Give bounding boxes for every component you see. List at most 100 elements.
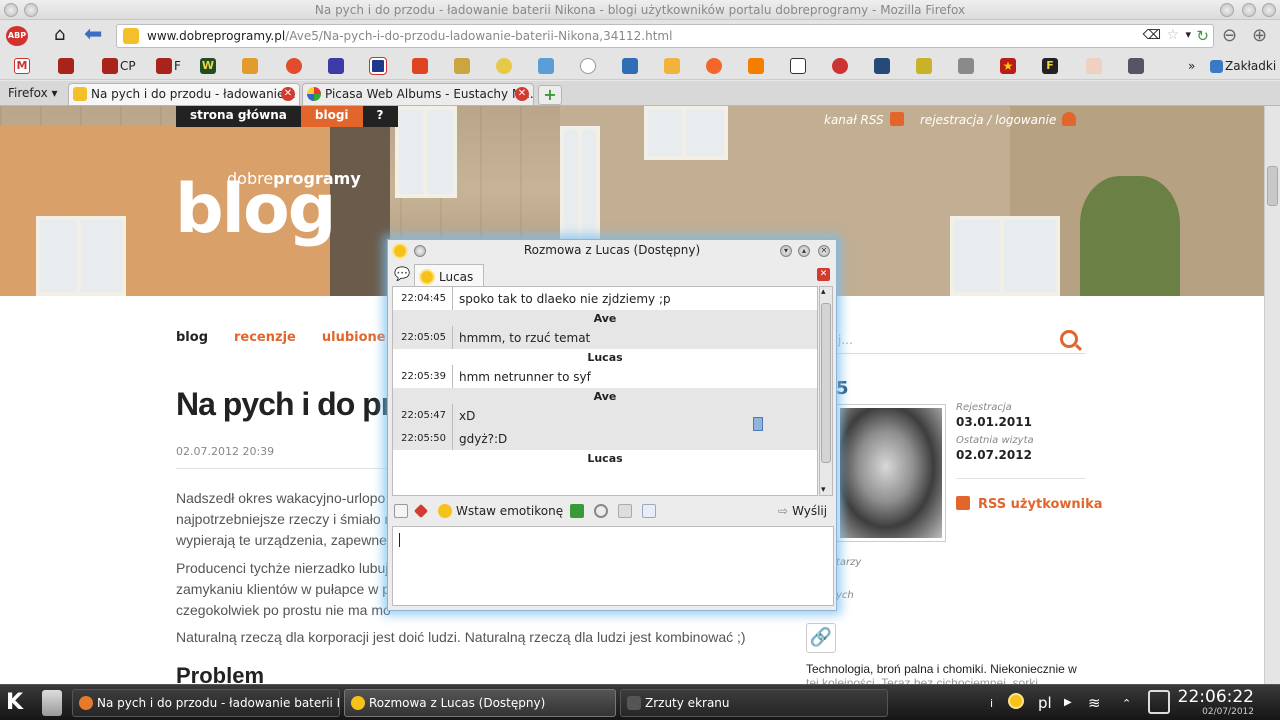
- avatar[interactable]: [836, 404, 946, 542]
- close-button[interactable]: [1262, 3, 1276, 17]
- bookmark-kde[interactable]: [790, 57, 806, 75]
- keyboard-layout[interactable]: pl: [1038, 694, 1052, 712]
- bookmark-f-yellow[interactable]: F: [1042, 57, 1058, 75]
- volume-icon[interactable]: ▶: [1064, 697, 1072, 708]
- kde-menu-icon[interactable]: K: [6, 689, 34, 717]
- new-tab-button[interactable]: +: [538, 85, 562, 105]
- dropdown-icon[interactable]: ▾: [1185, 28, 1191, 41]
- bookmark-site[interactable]: [412, 57, 428, 75]
- page-scrollbar[interactable]: [1264, 106, 1280, 684]
- trash-icon[interactable]: [42, 690, 62, 716]
- bookmark-site[interactable]: [286, 57, 302, 75]
- message-history[interactable]: 22:04:45 spoko tak to dlaeko nie zjdziemy…: [392, 286, 818, 496]
- bookmark-w[interactable]: W: [200, 57, 216, 75]
- chat-close-button[interactable]: ✕: [818, 245, 830, 257]
- bookmark-site[interactable]: [622, 57, 638, 75]
- bookmark-site[interactable]: [916, 57, 932, 75]
- add-contact-icon[interactable]: [570, 503, 584, 519]
- insert-emoticon-button[interactable]: Wstaw emotikonę: [438, 503, 563, 519]
- font-icon[interactable]: [394, 503, 408, 519]
- nav-blogs[interactable]: blogi: [300, 106, 363, 127]
- conversation-icon[interactable]: 💬: [394, 267, 410, 282]
- bookmark-star[interactable]: ★: [1000, 57, 1016, 75]
- settings-icon[interactable]: [594, 503, 608, 519]
- search-icon[interactable]: [1060, 330, 1078, 348]
- adblock-icon[interactable]: ABP: [6, 26, 28, 46]
- tab-blog[interactable]: Na pych i do przodu - ładowanie... ✕: [68, 83, 300, 105]
- subnav-reviews[interactable]: recenzje: [234, 330, 296, 345]
- chat-maximize-button[interactable]: ▴: [798, 245, 810, 257]
- bookmark-f[interactable]: F: [156, 57, 181, 75]
- clear-url-icon[interactable]: ⌫: [1143, 28, 1161, 43]
- message-input[interactable]: [392, 526, 834, 606]
- reload-icon[interactable]: ↻: [1196, 27, 1209, 45]
- bookmarks-overflow-icon[interactable]: »: [1188, 57, 1195, 75]
- bookmark-cp[interactable]: CP: [102, 57, 136, 75]
- window-titlebar[interactable]: Na pych i do przodu - ładowanie baterii …: [0, 0, 1280, 20]
- zoom-out-icon[interactable]: ⊖: [1222, 25, 1237, 46]
- chat-window-title[interactable]: Rozmowa z Lucas (Dostępny): [388, 243, 836, 263]
- link-icon[interactable]: 🔗: [806, 623, 836, 653]
- bookmark-site[interactable]: [958, 57, 974, 75]
- close-tab-icon[interactable]: ✕: [817, 268, 830, 281]
- tab-close-icon[interactable]: ✕: [281, 87, 295, 101]
- user-name[interactable]: 5: [836, 378, 849, 399]
- gmail-bookmark[interactable]: M: [14, 57, 30, 75]
- status-sun-icon[interactable]: [1010, 693, 1022, 711]
- home-icon[interactable]: ⌂: [54, 26, 74, 46]
- user-rss-link[interactable]: RSS użytkownika: [956, 496, 1103, 512]
- scroll-up-icon[interactable]: ▴: [821, 287, 826, 297]
- wifi-icon[interactable]: ≋: [1088, 694, 1101, 712]
- task-firefox[interactable]: Na pych i do przodu - ładowanie baterii …: [72, 689, 340, 717]
- url-text[interactable]: www.dobreprogramy.pl/Ave5/Na-pych-i-do-p…: [147, 29, 672, 43]
- bookmark-site[interactable]: [706, 57, 722, 75]
- search-box[interactable]: j...: [830, 326, 1086, 354]
- chat-tab-lucas[interactable]: Lucas: [414, 264, 485, 286]
- bookmark-site[interactable]: [664, 57, 680, 75]
- task-chat[interactable]: Rozmowa z Lucas (Dostępny): [344, 689, 616, 717]
- firefox-menu-button[interactable]: Firefox ▾: [8, 86, 58, 100]
- bookmark-fox[interactable]: [58, 57, 74, 75]
- bookmark-uk-flag[interactable]: [369, 57, 387, 75]
- bookmark-site[interactable]: [1086, 57, 1102, 75]
- scrollbar-thumb[interactable]: [1267, 166, 1278, 206]
- nav-help[interactable]: ?: [362, 106, 398, 127]
- back-icon[interactable]: ⬅: [84, 24, 102, 46]
- info-icon[interactable]: i: [990, 697, 993, 710]
- bookmark-site[interactable]: [454, 57, 470, 75]
- task-screenshots[interactable]: Zrzuty ekranu: [620, 689, 888, 717]
- bookmark-star-icon[interactable]: ☆: [1166, 27, 1179, 43]
- bookmark-site[interactable]: [1128, 57, 1144, 75]
- send-button[interactable]: ⇨ Wyślij: [778, 503, 827, 519]
- bookmark-site[interactable]: [496, 57, 512, 75]
- url-bar[interactable]: www.dobreprogramy.pl/Ave5/Na-pych-i-do-p…: [116, 24, 1214, 48]
- bookmark-power[interactable]: [832, 57, 848, 75]
- bookmark-shield[interactable]: [874, 57, 890, 75]
- tray-expand-icon[interactable]: ⌃: [1122, 697, 1131, 710]
- register-login-link[interactable]: rejestracja / logowanie: [920, 112, 1077, 127]
- chat-scrollbar[interactable]: ▴ ▾: [819, 286, 833, 496]
- nav-home[interactable]: strona główna: [176, 106, 301, 127]
- card-icon[interactable]: [642, 503, 656, 519]
- zoom-in-icon[interactable]: ⊕: [1252, 25, 1267, 46]
- site-identity-icon[interactable]: [123, 28, 139, 44]
- send-file-icon[interactable]: [413, 503, 429, 519]
- clock[interactable]: 22:06:22 02/07/2012: [1178, 687, 1254, 717]
- battery-icon[interactable]: [1148, 690, 1170, 714]
- bookmark-site[interactable]: [538, 57, 554, 75]
- lock-icon[interactable]: [618, 503, 632, 519]
- scrollbar-thumb[interactable]: [821, 303, 831, 463]
- maximize-button[interactable]: [1242, 3, 1256, 17]
- chat-minimize-button[interactable]: ▾: [780, 245, 792, 257]
- subnav-blog[interactable]: blog: [176, 330, 208, 345]
- bookmark-blogger[interactable]: [748, 57, 764, 75]
- tab-picasa[interactable]: Picasa Web Albums - Eustachy M... ✕: [302, 83, 534, 105]
- tab-close-icon[interactable]: ✕: [515, 87, 529, 101]
- bookmarks-menu[interactable]: Zakładki: [1210, 57, 1276, 75]
- bookmark-site[interactable]: [242, 57, 258, 75]
- scroll-down-icon[interactable]: ▾: [821, 485, 826, 495]
- bookmark-reddit[interactable]: [580, 57, 596, 75]
- rss-channel-link[interactable]: kanał RSS: [824, 112, 904, 127]
- minimize-button[interactable]: [1220, 3, 1234, 17]
- bookmark-site[interactable]: [328, 57, 344, 75]
